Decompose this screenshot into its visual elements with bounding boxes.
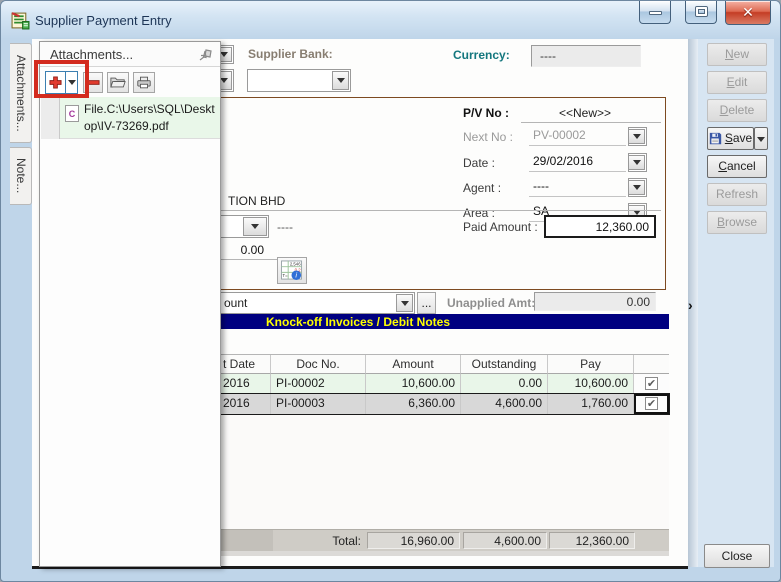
pv-no-label: P/V No : xyxy=(463,106,510,120)
chevron-right-icon[interactable]: › xyxy=(688,297,693,313)
close-button[interactable]: Close xyxy=(704,544,770,568)
posting-detail-button[interactable]: 2,546 0,2 T= i xyxy=(277,257,307,284)
unapplied-amt-label: Unapplied Amt: xyxy=(447,296,536,310)
pv-no-underline xyxy=(521,122,661,123)
attachments-panel: Attachments... C File.C:\Users\SQL\Deskt… xyxy=(39,41,221,567)
browse-account-button[interactable]: ... xyxy=(417,292,436,314)
knockoff-header-text: Knock-off Invoices / Debit Notes xyxy=(266,315,451,329)
save-button[interactable]: Save xyxy=(707,127,754,150)
column-header-check xyxy=(634,355,669,374)
column-header-doc-no[interactable]: Doc No. xyxy=(271,355,366,374)
posting-detail-icon: 2,5460,2T= i xyxy=(281,260,303,281)
pdf-file-icon: C xyxy=(65,105,79,122)
currency-value: ---- xyxy=(531,45,641,67)
svg-text:T=: T= xyxy=(282,273,288,278)
svg-text:i: i xyxy=(295,271,297,280)
date-value[interactable]: 29/02/2016 xyxy=(529,154,626,172)
cell-outstanding: 0.00 xyxy=(461,374,548,394)
agent-dropdown[interactable] xyxy=(628,178,647,197)
minimize-button[interactable] xyxy=(639,1,671,24)
checkmark-icon: ✔ xyxy=(646,398,657,410)
next-no-dropdown[interactable] xyxy=(628,127,647,146)
cancel-button[interactable]: Cancel xyxy=(707,155,767,178)
currency-label: Currency: xyxy=(453,48,510,62)
dropdown-arrow-icon xyxy=(243,217,267,236)
total-label: Total: xyxy=(332,534,361,548)
checkmark-icon: ✔ xyxy=(646,378,657,390)
date-label: Date : xyxy=(463,156,496,170)
cell-date: 2016 xyxy=(223,376,250,390)
total-outstanding: 4,600.00 xyxy=(463,532,547,549)
annotation-highlight-box xyxy=(34,60,89,98)
edit-button[interactable]: Edit xyxy=(707,71,767,94)
attachment-list-item[interactable]: C File.C:\Users\SQL\Desktop\IV-73269.pdf xyxy=(41,97,220,139)
total-pay: 12,360.00 xyxy=(549,532,635,549)
dropdown-arrow-icon xyxy=(628,180,645,195)
agent-value[interactable]: ---- xyxy=(529,179,626,197)
scan-icon xyxy=(137,76,151,89)
cell-date: 2016 xyxy=(223,396,250,410)
dropdown-arrow-icon xyxy=(396,294,413,312)
dropdown-arrow-icon[interactable] xyxy=(332,71,349,90)
next-no-label: Next No : xyxy=(463,130,514,144)
close-window-button[interactable]: ✕ xyxy=(725,1,771,25)
cell-pay: 1,760.00 xyxy=(548,394,634,414)
cell-outstanding: 4,600.00 xyxy=(461,394,548,414)
open-attachment-button[interactable] xyxy=(107,72,129,93)
maximize-button[interactable] xyxy=(685,1,717,24)
maximize-icon xyxy=(695,7,707,16)
cell-doc-no: PI-00003 xyxy=(271,394,366,414)
column-header-date[interactable]: t Date xyxy=(223,355,255,373)
paid-amount-field[interactable]: 12,360.00 xyxy=(544,215,656,238)
pv-no-value: <<New>> xyxy=(558,106,612,120)
total-amount: 16,960.00 xyxy=(367,532,460,549)
folder-open-icon xyxy=(110,77,126,88)
pin-icon[interactable] xyxy=(198,47,214,63)
unapplied-amt-value: 0.00 xyxy=(534,292,656,311)
delete-button[interactable]: Delete xyxy=(707,99,767,122)
refresh-button[interactable]: Refresh xyxy=(707,183,767,206)
cell-pay: 10,600.00 xyxy=(548,374,634,394)
column-header-outstanding[interactable]: Outstanding xyxy=(461,355,548,374)
close-icon: ✕ xyxy=(742,4,754,20)
cell-amount: 6,360.00 xyxy=(366,394,461,414)
attachment-file-path: File.C:\Users\SQL\Desktop\IV-73269.pdf xyxy=(84,102,215,133)
dropdown-arrow-icon xyxy=(628,129,645,144)
pay-checkbox[interactable]: ✔ xyxy=(645,377,658,390)
browse-button[interactable]: Browse xyxy=(707,211,767,234)
payment-account-fragment: ount xyxy=(224,296,248,310)
floppy-icon xyxy=(709,132,721,145)
svg-text:2,546: 2,546 xyxy=(290,262,301,267)
minimize-icon xyxy=(648,11,662,15)
tab-note[interactable]: Note... xyxy=(10,147,32,205)
supplier-payment-entry-window: Supplier Payment Entry ✕ Attachments... … xyxy=(0,0,781,582)
agent-label: Agent : xyxy=(463,181,502,195)
cell-amount: 10,600.00 xyxy=(366,374,461,394)
save-dropdown-button[interactable] xyxy=(754,127,768,150)
pay-checkbox[interactable]: ✔ xyxy=(645,397,658,410)
supplier-bank-label: Supplier Bank: xyxy=(248,47,333,61)
supplier-bank-combo[interactable] xyxy=(247,69,351,92)
supplier-name-fragment: TION BHD xyxy=(228,194,286,208)
date-dropdown[interactable] xyxy=(628,153,647,172)
new-button[interactable]: New xyxy=(707,43,767,66)
next-no-value: PV-00002 xyxy=(529,128,626,146)
area-label: Area : xyxy=(463,206,496,220)
column-header-amount[interactable]: Amount xyxy=(366,355,461,374)
row-indicator xyxy=(41,97,60,139)
column-header-pay[interactable]: Pay xyxy=(548,355,634,374)
dashes-value: ---- xyxy=(277,220,293,234)
dropdown-arrow-icon xyxy=(628,155,645,170)
window-title: Supplier Payment Entry xyxy=(35,13,172,28)
scan-attachment-button[interactable] xyxy=(133,72,155,93)
supplier-name-underline xyxy=(151,210,661,211)
cell-doc-no: PI-00002 xyxy=(271,374,366,394)
tab-attachments[interactable]: Attachments... xyxy=(10,43,32,143)
app-icon xyxy=(11,12,30,30)
paid-amount-label: Paid Amount : xyxy=(463,220,538,234)
